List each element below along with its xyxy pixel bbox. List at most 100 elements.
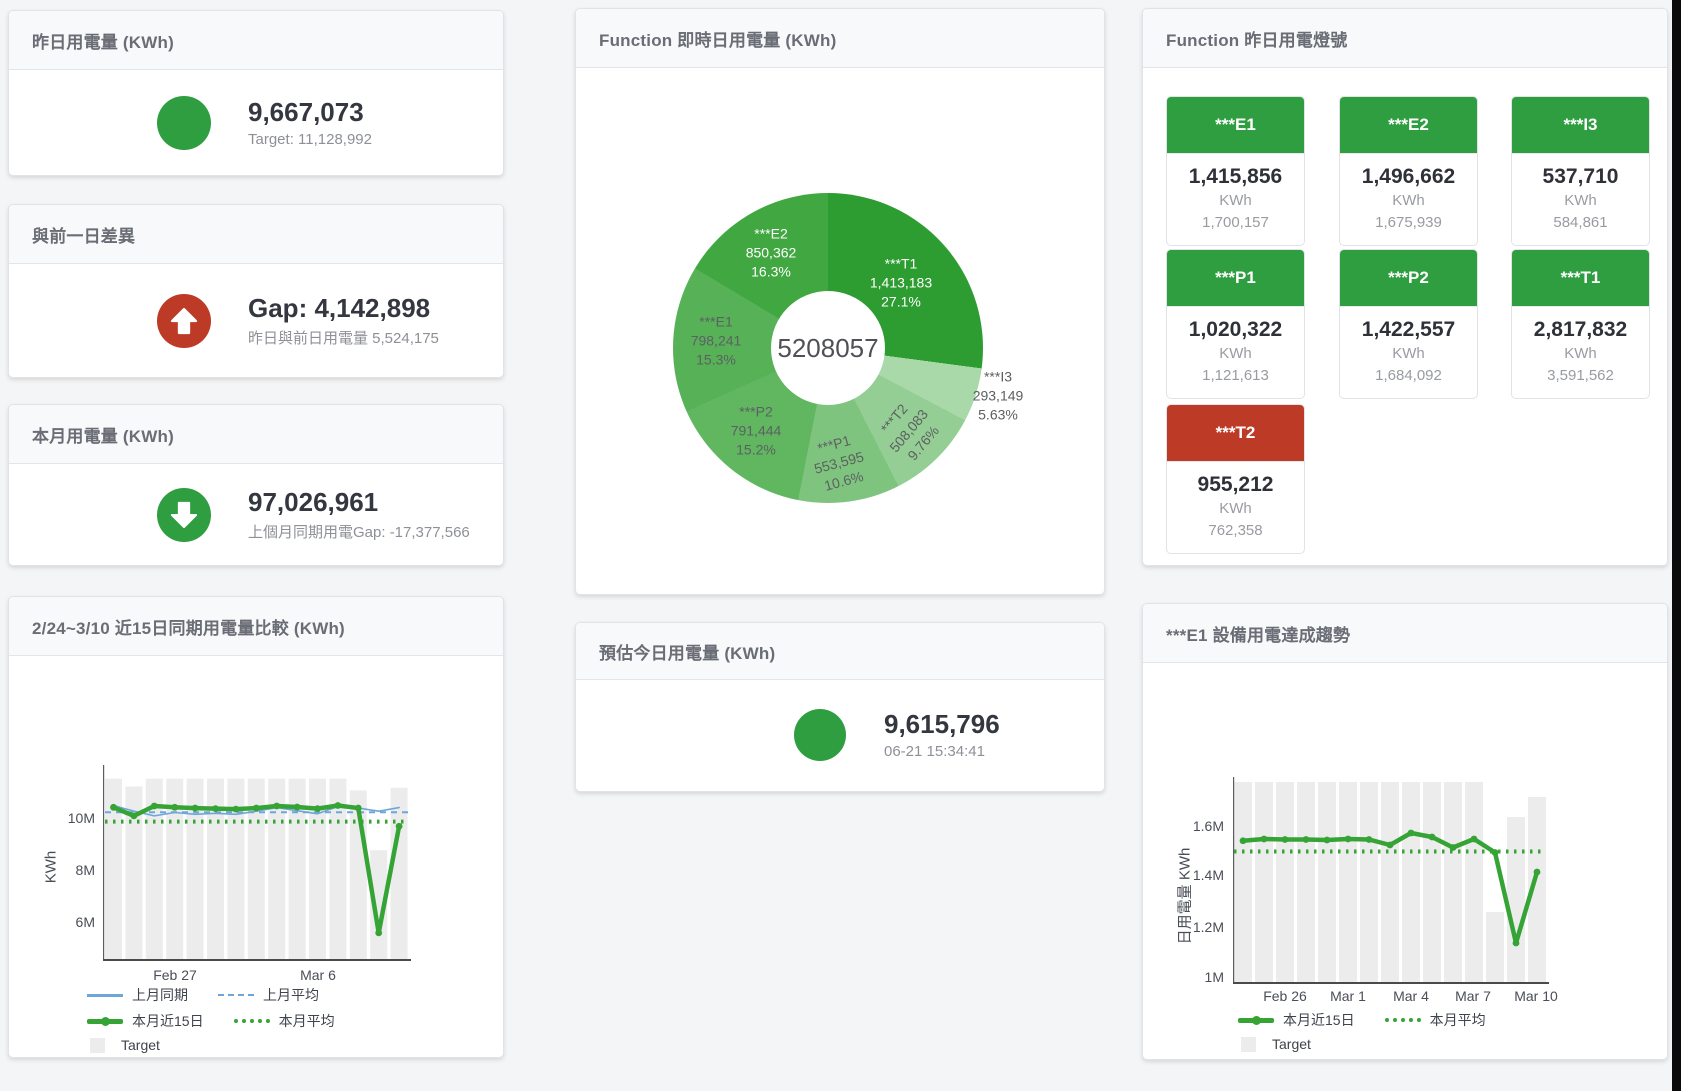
stat-subtext: 昨日與前日用電量 5,524,175 [248,327,439,348]
card-header: Function 昨日用電燈號 [1143,9,1667,68]
status-tile-i3[interactable]: ***I3 537,710 KWh 584,861 [1511,96,1650,246]
legend-item-target[interactable]: Target [1238,1036,1311,1052]
tile-unit: KWh [1171,190,1300,212]
tile-label: ***P2 [1340,250,1477,306]
tile-value: 1,020,322 [1171,316,1300,343]
tile-unit: KWh [1171,498,1300,520]
card-yesterday-status-lights: Function 昨日用電燈號 ***E1 1,415,856 KWh 1,70… [1142,8,1668,566]
status-tile-t1[interactable]: ***T1 2,817,832 KWh 3,591,562 [1511,249,1650,399]
x-tick: Mar 6 [300,967,336,983]
card-title: 昨日用電量 (KWh) [32,28,174,53]
tile-target: 762,358 [1171,520,1300,542]
stat-subtext: 06-21 15:34:41 [884,743,1000,760]
arrow-up-circle-icon [157,294,211,348]
compare-chart-svg[interactable] [103,765,411,961]
tile-target: 1,675,939 [1344,212,1473,234]
legend-label: 本月平均 [1430,1010,1486,1030]
stat-subtext: Target: 11,128,992 [248,131,372,148]
screen-edge [1672,0,1681,1091]
legend-item-target[interactable]: Target [87,1037,160,1053]
donut-label-e1: ***E1798,24115.3% [691,313,742,370]
tile-unit: KWh [1516,343,1645,365]
card-gap-previous-day: 與前一日差異 Gap: 4,142,898 昨日與前日用電量 5,524,175 [8,204,504,378]
legend-item-this-month-avg[interactable]: 本月平均 [234,1011,335,1031]
y-tick: 10M [47,810,95,826]
y-axis-label: KWh [43,851,60,884]
legend-item-this-month-series[interactable]: 本月近15日 [1238,1010,1355,1030]
green-dotted-line-icon [1385,1018,1421,1022]
tile-label: ***T2 [1167,405,1304,461]
tile-target: 1,700,157 [1171,212,1300,234]
x-tick: Mar 1 [1330,988,1366,1004]
legend-label: 本月平均 [279,1011,335,1031]
legend-label: 上月平均 [263,985,319,1005]
donut-label-p2: ***P2791,44415.2% [731,403,782,460]
card-header: 預估今日用電量 (KWh) [576,623,1104,680]
tile-value: 955,212 [1171,471,1300,498]
status-tile-p1[interactable]: ***P1 1,020,322 KWh 1,121,613 [1166,249,1305,399]
card-title: 與前一日差異 [32,222,135,247]
stat-subtext: 上個月同期用電Gap: -17,377,566 [248,521,470,542]
card-header: ***E1 設備用電達成趨勢 [1143,604,1667,663]
status-tile-e2[interactable]: ***E2 1,496,662 KWh 1,675,939 [1339,96,1478,246]
stat-value: 97,026,961 [248,487,470,517]
card-title: 本月用電量 (KWh) [32,422,174,447]
green-line-icon [87,1019,123,1024]
card-header: 本月用電量 (KWh) [9,405,503,464]
card-title: Function 即時日用電量 (KWh) [599,26,836,51]
y-axis-label: 日用電量 KWh [1174,848,1195,945]
y-tick: 1.6M [1176,818,1224,834]
card-month-usage: 本月用電量 (KWh) 97,026,961 上個月同期用電Gap: -17,3… [8,404,504,566]
card-title: ***E1 設備用電達成趨勢 [1166,621,1350,646]
card-today-estimate: 預估今日用電量 (KWh) 9,615,796 06-21 15:34:41 [575,622,1105,792]
stat-value: 9,615,796 [884,709,1000,739]
chart-legend: 本月近15日 本月平均 Target [1238,1010,1486,1052]
tile-unit: KWh [1171,343,1300,365]
status-tile-t2[interactable]: ***T2 955,212 KWh 762,358 [1166,404,1305,554]
card-title: Function 昨日用電燈號 [1166,26,1347,51]
tile-unit: KWh [1344,343,1473,365]
blue-dashed-line-icon [218,994,254,996]
e1-chart-svg[interactable] [1233,777,1549,985]
status-circle-icon [794,709,846,761]
donut-label-t1: ***T11,413,18327.1% [870,255,932,312]
tile-unit: KWh [1344,190,1473,212]
y-tick: 6M [47,914,95,930]
card-yesterday-usage: 昨日用電量 (KWh) 9,667,073 Target: 11,128,992 [8,10,504,176]
tile-value: 537,710 [1516,163,1645,190]
card-header: 與前一日差異 [9,205,503,264]
green-dotted-line-icon [234,1019,270,1023]
legend-label: 本月近15日 [1283,1010,1355,1030]
tile-target: 584,861 [1516,212,1645,234]
gray-square-icon [1241,1037,1256,1052]
legend-item-last-month-series[interactable]: 上月同期 [87,985,188,1005]
status-tile-p2[interactable]: ***P2 1,422,557 KWh 1,684,092 [1339,249,1478,399]
tile-label: ***P1 [1167,250,1304,306]
tile-label: ***T1 [1512,250,1649,306]
donut-hole: 5208057 [771,291,885,405]
tile-target: 1,684,092 [1344,365,1473,387]
legend-item-last-month-avg[interactable]: 上月平均 [218,985,319,1005]
tile-value: 1,422,557 [1344,316,1473,343]
card-header: Function 即時日用電量 (KWh) [576,9,1104,68]
x-tick: Mar 7 [1455,988,1491,1004]
card-header: 2/24~3/10 近15日同期用電量比較 (KWh) [9,597,503,656]
tile-label: ***E1 [1167,97,1304,153]
status-tile-e1[interactable]: ***E1 1,415,856 KWh 1,700,157 [1166,96,1305,246]
legend-label: 本月近15日 [132,1011,204,1031]
stat-value: Gap: 4,142,898 [248,293,439,323]
card-header: 昨日用電量 (KWh) [9,11,503,70]
legend-label: 上月同期 [132,985,188,1005]
donut-label-i3: ***I3293,1495.63% [973,368,1024,425]
tile-value: 2,817,832 [1516,316,1645,343]
card-e1-trend-chart: ***E1 設備用電達成趨勢 1.6M 1.4M 1.2M 1M 日用電量 KW… [1142,603,1668,1060]
legend-item-this-month-avg[interactable]: 本月平均 [1385,1010,1486,1030]
tile-value: 1,415,856 [1171,163,1300,190]
tile-target: 3,591,562 [1516,365,1645,387]
card-title: 預估今日用電量 (KWh) [599,639,775,664]
legend-item-this-month-series[interactable]: 本月近15日 [87,1011,204,1031]
arrow-down-circle-icon [157,488,211,542]
x-tick: Feb 26 [1263,988,1307,1004]
tile-label: ***E2 [1340,97,1477,153]
card-15day-compare-chart: 2/24~3/10 近15日同期用電量比較 (KWh) 10M 8M 6M KW… [8,596,504,1058]
